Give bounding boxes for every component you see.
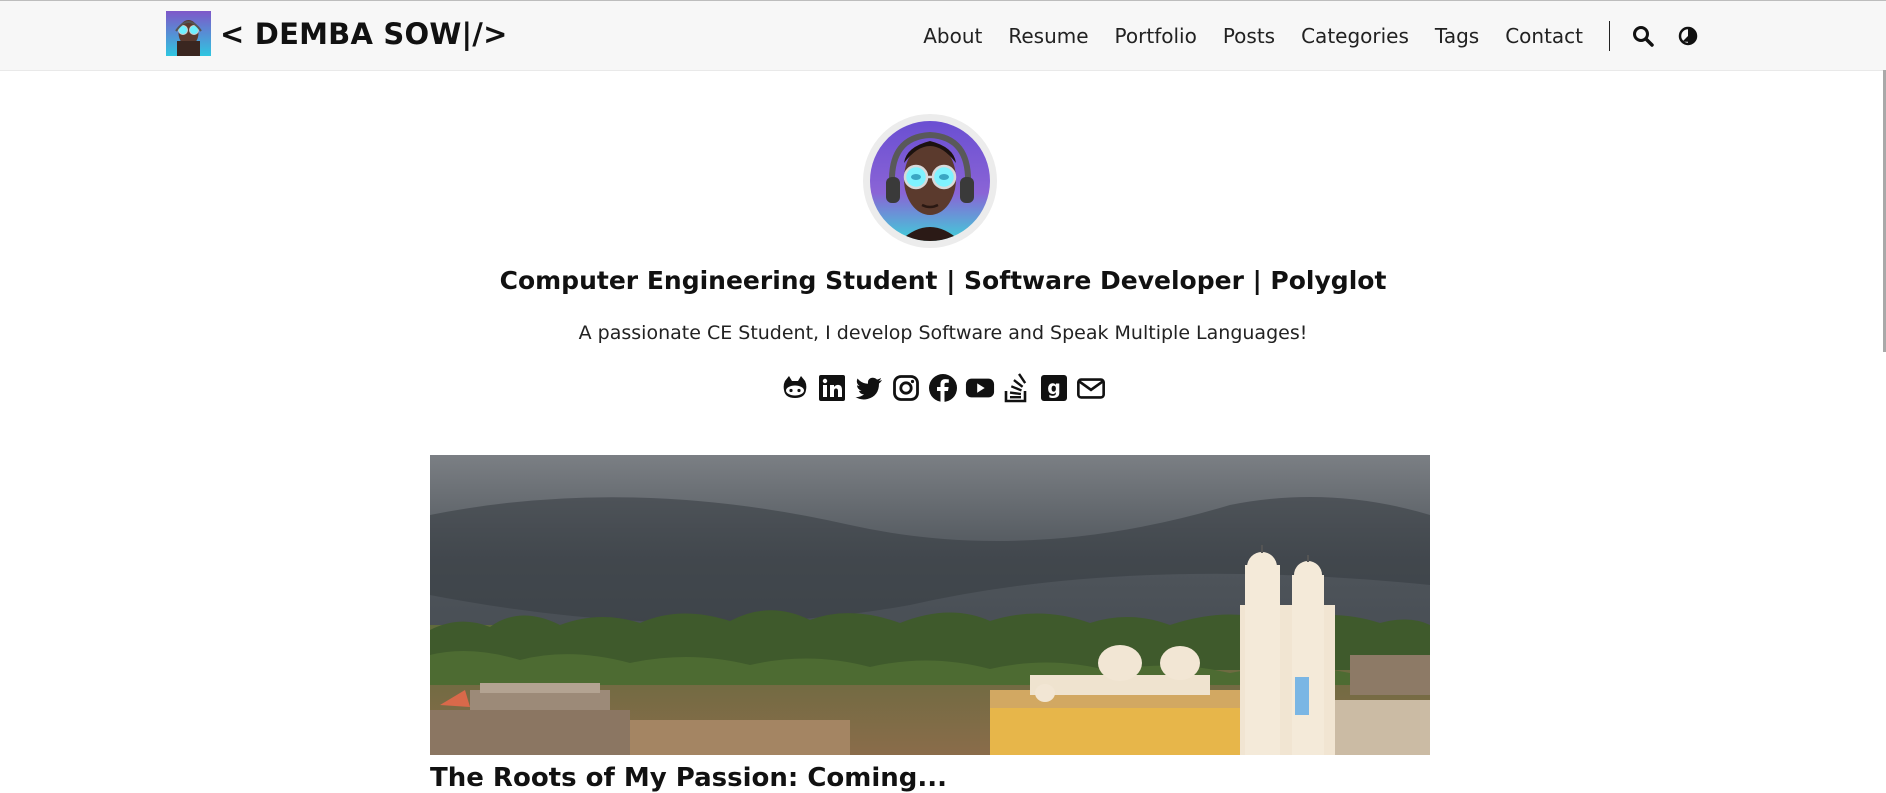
window-top-border: [0, 0, 1886, 1]
nav-portfolio[interactable]: Portfolio: [1115, 24, 1197, 48]
featured-post-title[interactable]: The Roots of My Passion: Coming...: [430, 763, 947, 793]
social-links: g: [0, 373, 1886, 403]
theme-toggle-icon[interactable]: [1676, 24, 1700, 48]
github-icon[interactable]: [780, 373, 810, 403]
nav-about[interactable]: About: [923, 24, 982, 48]
profile-subheadline: A passionate CE Student, I develop Softw…: [578, 322, 1308, 344]
nav-posts[interactable]: Posts: [1223, 24, 1275, 48]
stackoverflow-icon[interactable]: [1002, 373, 1032, 403]
nav-divider: [1609, 21, 1610, 51]
nav-categories[interactable]: Categories: [1301, 24, 1409, 48]
instagram-icon[interactable]: [891, 373, 921, 403]
svg-text:g: g: [1047, 377, 1061, 399]
profile-avatar: [863, 114, 997, 248]
top-navigation-bar: < DEMBA SOW|/> About Resume Portfolio Po…: [0, 0, 1886, 71]
avatar-logo-icon: [166, 11, 211, 56]
profile-avatar-image: [870, 121, 990, 241]
nav-contact[interactable]: Contact: [1505, 24, 1583, 48]
site-title: < DEMBA SOW|/>: [220, 16, 508, 51]
main-nav: About Resume Portfolio Posts Categories …: [897, 21, 1700, 51]
email-icon[interactable]: [1076, 373, 1106, 403]
nav-tags[interactable]: Tags: [1435, 24, 1479, 48]
facebook-icon[interactable]: [928, 373, 958, 403]
linkedin-icon[interactable]: [817, 373, 847, 403]
twitter-icon[interactable]: [854, 373, 884, 403]
profile-headline: Computer Engineering Student | Software …: [499, 266, 1387, 295]
search-icon[interactable]: [1631, 24, 1655, 48]
village-mosque-storm-image: [430, 455, 1430, 755]
featured-post-image[interactable]: [430, 455, 1430, 755]
site-brand-link[interactable]: < DEMBA SOW|/>: [166, 11, 508, 56]
nav-resume[interactable]: Resume: [1008, 24, 1088, 48]
goodreads-icon[interactable]: g: [1039, 373, 1069, 403]
youtube-icon[interactable]: [965, 373, 995, 403]
